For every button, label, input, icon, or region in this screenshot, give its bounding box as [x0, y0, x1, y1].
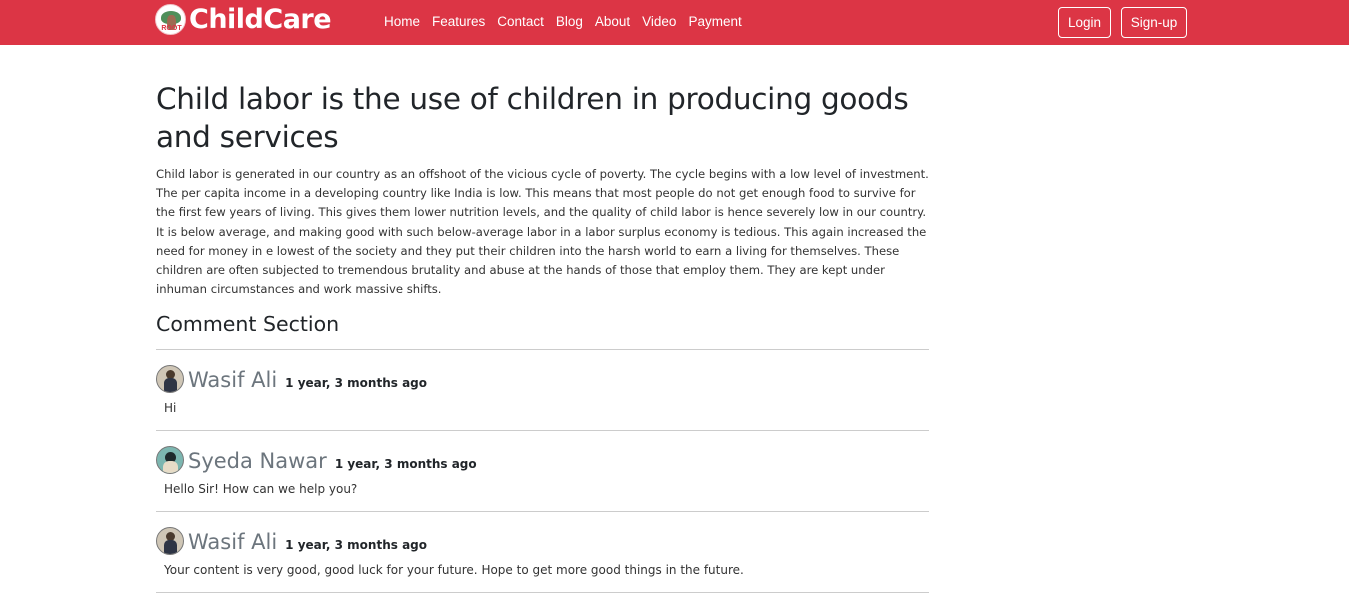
comment-timestamp: 1 year, 3 months ago [285, 538, 427, 553]
comment-timestamp: 1 year, 3 months ago [334, 457, 477, 472]
divider [156, 592, 929, 594]
childcare-logo-icon: ROOT [155, 4, 186, 35]
navbar: ROOT ChildCare Home Features Contact Blo… [0, 0, 1349, 45]
article-title: Child labor is the use of children in pr… [156, 82, 909, 154]
main-content: Child labor is the use of children in pr… [156, 80, 931, 594]
commenter-name: Wasif Ali [188, 368, 278, 393]
comment-item: Wasif Ali 1 year, 3 months ago Hi [156, 350, 931, 430]
nav-links: Home Features Contact Blog About Video P… [378, 13, 748, 31]
comment-text: Hello Sir! How can we help you? [164, 482, 358, 497]
nav-home-link[interactable]: Home [384, 13, 420, 31]
comment-header: Wasif Ali 1 year, 3 months ago [156, 527, 427, 556]
avatar [156, 527, 184, 556]
brand[interactable]: ROOT ChildCare [155, 4, 332, 35]
nav-payment-link[interactable]: Payment [688, 13, 741, 31]
nav-contact-link[interactable]: Contact [497, 13, 544, 31]
nav-video-link[interactable]: Video [642, 13, 676, 31]
avatar [156, 446, 184, 475]
brand-name[interactable]: ChildCare [189, 4, 332, 35]
nav-about-link[interactable]: About [595, 13, 630, 31]
nav-features-link[interactable]: Features [432, 13, 485, 31]
avatar [156, 365, 184, 394]
logo-text: ROOT [161, 25, 182, 32]
login-button[interactable]: Login [1058, 7, 1111, 38]
commenter-name: Wasif Ali [188, 530, 278, 555]
commenter-name: Syeda Nawar [188, 449, 327, 474]
comment-item: Wasif Ali 1 year, 3 months ago Your cont… [156, 512, 931, 592]
article-body: Child labor is generated in our country … [156, 167, 929, 297]
comment-section-heading: Comment Section [156, 312, 340, 337]
comment-text: Your content is very good, good luck for… [164, 563, 744, 578]
comment-item: Syeda Nawar 1 year, 3 months ago Hello S… [156, 431, 931, 511]
comment-header: Syeda Nawar 1 year, 3 months ago [156, 446, 477, 475]
comment-header: Wasif Ali 1 year, 3 months ago [156, 365, 427, 394]
nav-blog-link[interactable]: Blog [556, 13, 583, 31]
comment-text: Hi [164, 401, 177, 416]
signup-button[interactable]: Sign-up [1121, 7, 1187, 38]
comment-timestamp: 1 year, 3 months ago [285, 376, 427, 391]
